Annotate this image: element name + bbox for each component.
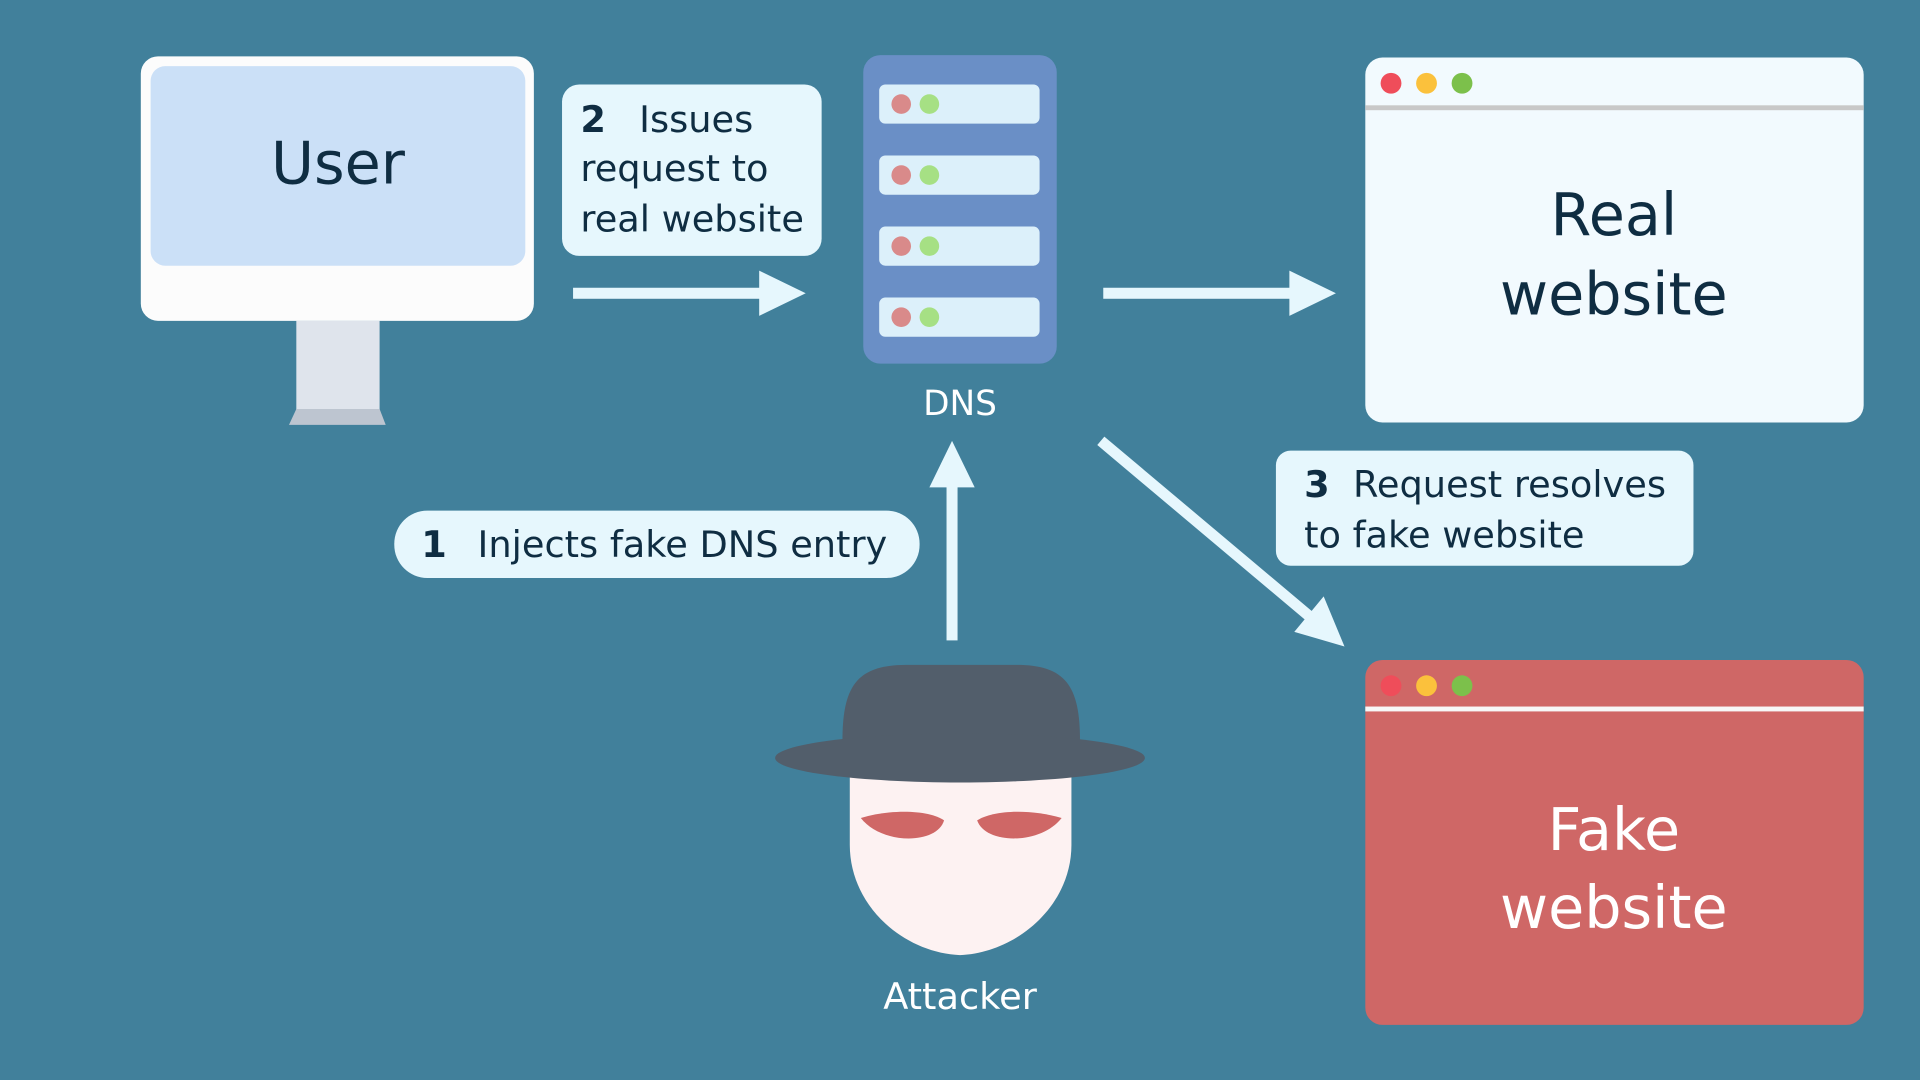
fake-website-window: Fake website (1365, 660, 1864, 1025)
hat-crown (842, 664, 1080, 741)
server-unit (879, 226, 1040, 266)
close-dot-icon (1380, 675, 1402, 697)
title-bar-divider (1365, 706, 1864, 712)
step-text: Request resolves (1353, 463, 1666, 506)
real-website-label: website (1500, 260, 1728, 329)
real-website-label: Real (1551, 180, 1678, 249)
step-1-bubble: 1 Injects fake DNS entry (394, 510, 920, 578)
attacker-label: Attacker (883, 975, 1038, 1018)
step-number: 3 (1304, 463, 1330, 506)
step-number: 2 (580, 98, 606, 141)
fake-website-label: website (1500, 873, 1728, 942)
monitor-stand (296, 320, 380, 412)
real-website-window: Real website (1365, 57, 1864, 423)
title-bar-divider (1365, 105, 1864, 111)
step-3-bubble: 3 Request resolves to fake website (1275, 450, 1694, 566)
step-text: real website (580, 197, 804, 240)
minimize-dot-icon (1416, 72, 1437, 94)
step-text: Injects fake DNS entry (478, 523, 888, 566)
maximize-dot-icon (1451, 72, 1473, 94)
maximize-dot-icon (1451, 675, 1473, 697)
step-text: Issues (639, 98, 753, 141)
step-text: to fake website (1304, 513, 1584, 556)
step-number: 1 (421, 523, 447, 566)
close-dot-icon (1380, 72, 1402, 94)
server-unit (879, 155, 1040, 195)
dns-label: DNS (923, 384, 997, 424)
server-unit (879, 297, 1040, 337)
server-unit (879, 84, 1040, 124)
step-2-bubble: 2 Issues request to real website (562, 84, 822, 256)
dns-spoofing-diagram: User 2 Issues request to real website DN… (0, 0, 1920, 1080)
user-label: User (271, 129, 406, 198)
monitor-base (288, 408, 386, 425)
minimize-dot-icon (1416, 675, 1437, 697)
hat-brim (775, 733, 1145, 783)
step-text: request to (580, 147, 768, 190)
fake-website-label: Fake (1548, 795, 1681, 864)
